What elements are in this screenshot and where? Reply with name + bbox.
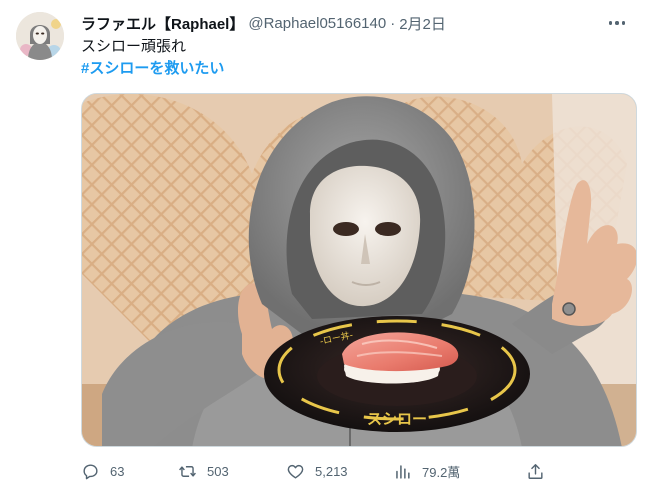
- views-button[interactable]: 79.2萬: [393, 458, 460, 484]
- author-display-name[interactable]: ラファエル【Raphael】: [81, 13, 244, 34]
- tweet-card: ラファエル【Raphael】 @Raphael05166140 · 2月2日 ス…: [0, 0, 650, 492]
- tweet-text: スシロー頑張れ: [81, 38, 187, 55]
- retweet-arrows-icon: [179, 465, 196, 477]
- views-count: 79.2萬: [422, 464, 461, 480]
- share-button[interactable]: [526, 458, 545, 484]
- author-handle[interactable]: @Raphael05166140: [248, 15, 386, 32]
- like-count: 5,213: [315, 463, 348, 479]
- retweet-button[interactable]: 503: [178, 458, 229, 484]
- like-button[interactable]: 5,213: [286, 458, 348, 484]
- heart-icon: [287, 464, 304, 479]
- tweet-date[interactable]: 2月2日: [399, 13, 446, 34]
- masked-figure-icon: [16, 12, 64, 60]
- tweet-header: ラファエル【Raphael】 @Raphael05166140 · 2月2日: [81, 12, 630, 34]
- avatar[interactable]: [16, 12, 64, 60]
- photo-masked-man-sushi: スシロー -ロー丼-: [82, 94, 636, 446]
- separator-dot: ·: [390, 14, 396, 32]
- action-bar: 63 503 5,213 79.2萬: [81, 458, 551, 484]
- reply-count: 63: [110, 463, 125, 479]
- more-dots-icon[interactable]: [604, 10, 630, 36]
- retweet-count: 503: [207, 463, 229, 479]
- comment-bubble-icon: [83, 463, 98, 479]
- hashtag-link[interactable]: #スシローを救いたい: [81, 59, 224, 79]
- plate-logo-text: スシロー: [367, 410, 427, 428]
- reply-button[interactable]: 63: [81, 458, 124, 484]
- share-upload-icon: [528, 463, 543, 479]
- tweet-photo[interactable]: スシロー -ロー丼-: [81, 93, 637, 447]
- bar-chart-icon: [396, 464, 410, 479]
